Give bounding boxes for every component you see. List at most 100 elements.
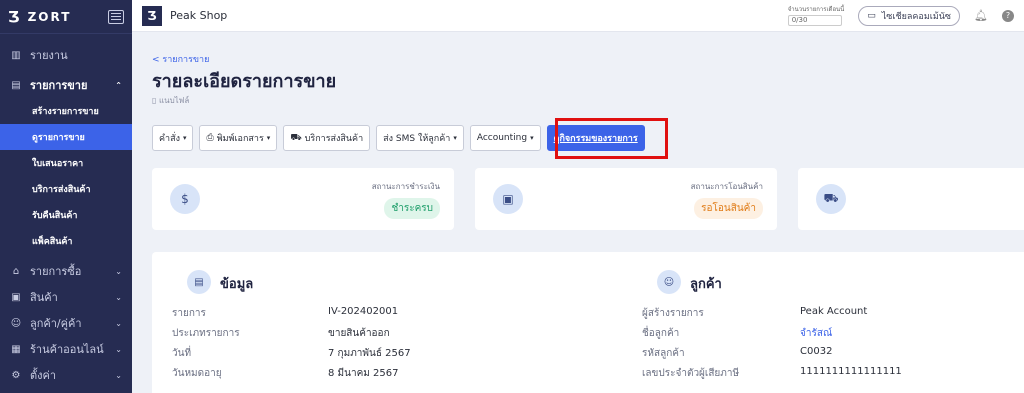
customer-key: รหัสลูกค้า [642,348,685,359]
box-icon: ▣ [11,291,21,303]
sidebar-item-sales[interactable]: ▤ รายการขาย ⌃ [0,72,132,98]
shipping-status-card: ⛟ [798,168,1024,230]
payment-status-label: สถานะการชำระเงิน [371,182,440,191]
brand: Ʒ ZORT [0,0,132,34]
chat-icon: ▭ [867,10,876,21]
info-value: 7 กุมภาพันธ์ 2567 [328,348,411,359]
chevron-down-icon: ⌄ [115,266,122,276]
monthly-counter: จำนวนรายการเดือนนี้ 0/30 [787,5,845,26]
sidebar-sub-shipping[interactable]: บริการส่งสินค้า [0,176,132,202]
users-icon: ☺ [10,317,22,329]
help-icon[interactable]: ? [1002,9,1014,22]
sidebar: Ʒ ZORT ▥ รายงาน ▤ รายการขาย ⌃ สร้างรายกา… [0,0,132,393]
info-value: 8 มีนาคม 2567 [328,368,399,379]
customer-value: Peak Account [800,306,868,317]
customer-name-link[interactable]: จำรัสณ์ [800,326,832,341]
counter-label: จำนวนรายการเดือนนี้ [787,6,845,13]
invite-label: ไซเชียลคอมเม้นัซ [881,11,952,22]
info-value: IV-202402001 [328,306,399,317]
customer-value: C0032 [800,346,833,357]
chevron-down-icon: ⌄ [115,292,122,302]
info-key: วันหมดอายุ [172,368,222,379]
info-key: วันที่ [172,348,192,359]
sidebar-item-label: ร้านค้าออนไลน์ [30,343,104,356]
chevron-down-icon: ⌄ [115,344,122,354]
breadcrumb[interactable]: < รายการขาย [152,52,209,66]
sms-button[interactable]: ส่ง SMS ให้ลูกค้า ▾ [376,125,464,151]
sidebar-item-label: รายการขาย [30,79,88,92]
sidebar-item-label: สินค้า [30,291,58,304]
bell-icon[interactable]: 🔔︎ [974,9,988,22]
info-section-title: ข้อมูล [220,277,254,292]
payment-status-badge: ชำระครบ [384,198,440,219]
sidebar-item-label: รายการซื้อ [30,265,82,278]
print-label: พิมพ์เอกสาร [216,134,264,144]
chevron-down-icon: ▾ [266,134,271,142]
info-value: ขายสินค้าออก [328,328,390,339]
chevron-down-icon: ⌄ [115,370,122,380]
detail-panel: ▤ ข้อมูล รายการ IV-202402001 ประเภทรายการ… [152,252,1024,393]
topbar: Ʒ Peak Shop จำนวนรายการเดือนนี้ 0/30 ▭ ไ… [132,0,1024,32]
clipboard-icon: ▤ [187,270,211,294]
shipping-label: บริการส่งสินค้า [304,134,364,144]
invite-button[interactable]: ▭ ไซเชียลคอมเม้นัซ [858,5,961,26]
printer-icon: ⎙ [206,133,214,143]
customer-key: ผู้สร้างรายการ [642,308,704,319]
sidebar-item-label: ตั้งค่า [30,369,57,382]
paperclip-icon: ▯ [152,96,159,105]
attach-label: แนบไฟล์ [158,96,190,105]
sidebar-sub-view-sales[interactable]: ดูรายการขาย [0,124,132,150]
customer-section-title: ลูกค้า [690,277,722,292]
dollar-icon: $ [170,184,200,214]
transfer-status-card: ▣ สถานะการโอนสินค้า รอโอนสินค้า [475,168,777,230]
sidebar-item-settings[interactable]: ⚙ ตั้งค่า ⌄ [0,362,132,388]
chevron-up-icon: ⌃ [115,80,122,90]
attach-file-link[interactable]: ▯ แนบไฟล์ [152,94,189,107]
info-key: รายการ [172,308,206,319]
menu-toggle-icon[interactable] [108,9,124,24]
print-button[interactable]: ⎙ พิมพ์เอกสาร ▾ [199,125,278,151]
shop-logo-icon: Ʒ [142,5,162,26]
transfer-status-badge: รอโอนสินค้า [694,198,763,219]
zort-logo-icon: Ʒ [8,7,20,26]
sales-icon: ▤ [11,79,21,91]
command-button[interactable]: คำสั่ง ▾ [152,125,194,151]
customer-value: 1111111111111111 [800,366,902,377]
sidebar-sub-quotation[interactable]: ใบเสนอราคา [0,150,132,176]
sidebar-item-online-store[interactable]: ▦ ร้านค้าออนไลน์ ⌄ [0,336,132,362]
chevron-down-icon: ▾ [530,134,534,142]
transfer-status-label: สถานะการโอนสินค้า [690,182,763,191]
highlight-box [555,118,668,159]
sidebar-sub-create-sale[interactable]: สร้างรายการขาย [0,98,132,124]
page-title: รายละเอียดรายการขาย [152,71,337,92]
sidebar-item-label: ลูกค้า/คู่ค้า [30,317,82,330]
purchase-icon: ⌂ [12,265,20,277]
sidebar-item-contacts[interactable]: ☺ ลูกค้า/คู่ค้า ⌄ [0,310,132,336]
accounting-button[interactable]: Accounting ▾ [469,125,541,151]
gear-icon: ⚙ [11,369,21,381]
shop-name: Peak Shop [170,9,228,22]
sidebar-item-purchases[interactable]: ⌂ รายการซื้อ ⌄ [0,258,132,284]
sidebar-item-products[interactable]: ▣ สินค้า ⌄ [0,284,132,310]
info-key: ประเภทรายการ [172,328,240,339]
sidebar-sub-returns[interactable]: รับคืนสินค้า [0,202,132,228]
payment-status-card: $ สถานะการชำระเงิน ชำระครบ [152,168,454,230]
shipping-button[interactable]: ⛟ บริการส่งสินค้า [283,125,371,151]
sidebar-item-report[interactable]: ▥ รายงาน [0,42,132,68]
customer-key: เลขประจำตัวผู้เสียภาษี [642,368,740,379]
customer-key: ชื่อลูกค้า [642,328,680,339]
truck-icon: ⛟ [290,132,302,143]
chevron-down-icon: ⌄ [115,318,122,328]
sms-label: ส่ง SMS ให้ลูกค้า [383,134,451,144]
chart-icon: ▥ [11,49,21,61]
accounting-label: Accounting [476,133,528,143]
command-label: คำสั่ง [159,134,180,144]
counter-value: 0/30 [787,15,842,26]
user-icon: ☺ [657,270,681,294]
chevron-down-icon: ▾ [182,134,187,142]
store-icon: ▦ [11,343,21,355]
chevron-down-icon: ▾ [453,134,457,142]
sidebar-item-label: รายงาน [30,49,68,62]
brand-name: ZORT [27,9,72,24]
sidebar-sub-packing[interactable]: แพ็คสินค้า [0,228,132,254]
